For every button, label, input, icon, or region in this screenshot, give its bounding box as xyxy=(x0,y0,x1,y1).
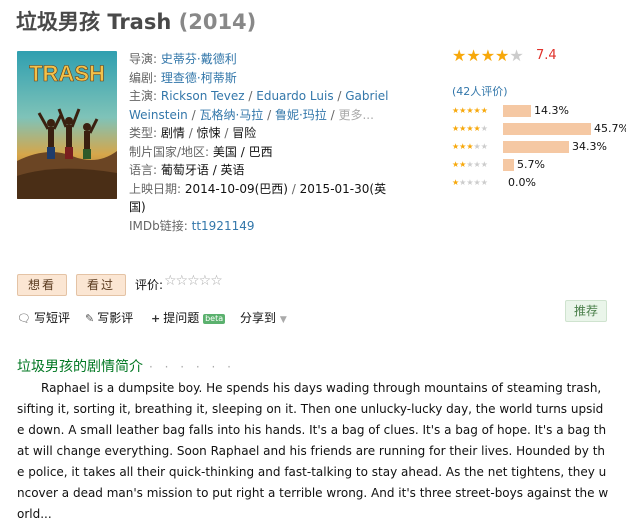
poster-image: TRASH xyxy=(17,51,117,199)
imdb-link[interactable]: tt1921149 xyxy=(192,219,255,233)
cast-link[interactable]: Gabriel xyxy=(345,89,388,103)
genre-value: 剧情 xyxy=(160,126,185,140)
movie-poster[interactable]: TRASH xyxy=(17,51,117,199)
rating-stars: ★★★★★ xyxy=(452,46,524,65)
imdb-row: IMDb链接: tt1921149 xyxy=(129,217,439,236)
release-label: 上映日期: xyxy=(129,181,182,196)
heading-dots: · · · · · · xyxy=(149,360,235,374)
cast-link[interactable]: Weinstein xyxy=(129,108,188,122)
ask-question-link[interactable]: + 提问题 beta xyxy=(151,309,226,326)
cast-row-2: Weinstein / 瓦格纳·马拉 / 鲁妮·玛拉 / 更多... xyxy=(129,107,374,122)
release-date-2: 2015-01-30(英 xyxy=(299,181,387,196)
dist-stars: ★★★★★ xyxy=(452,178,488,187)
dist-stars: ★★★★★ xyxy=(452,124,488,133)
rate-label: 评价: xyxy=(135,278,164,292)
beta-badge: beta xyxy=(203,313,226,324)
writer-row: 编剧: 理查德·柯蒂斯 xyxy=(129,69,439,88)
chevron-down-icon: ▼ xyxy=(279,315,287,325)
language-row: 语言: 葡萄牙语 / 英语 xyxy=(129,161,439,180)
release-row: 上映日期: 2014-10-09(巴西) / 2015-01-30(英 xyxy=(129,181,387,196)
writer-label: 编剧: xyxy=(129,70,158,85)
watched-button[interactable]: 看过 xyxy=(76,274,126,296)
write-review-link[interactable]: ✎ 写影评 xyxy=(85,309,133,326)
rating-dist-row: ★★★★★ 34.3% xyxy=(452,139,612,154)
rating-panel: ★★★★★ 7.4 (42人评价) ★★★★★ 14.3% ★★★★★ 45.7% ★★… xyxy=(452,46,626,206)
language-value: 葡萄牙语 / 英语 xyxy=(160,163,245,177)
cast-link[interactable]: Eduardo Luis xyxy=(256,89,333,103)
genre-value: 冒险 xyxy=(232,126,257,140)
dist-bar xyxy=(503,105,531,117)
language-label: 语言: xyxy=(129,163,158,177)
rating-dist-row: ★★★★★ 14.3% xyxy=(452,103,612,118)
cast-link[interactable]: Rickson Tevez xyxy=(161,89,245,103)
synopsis-text: Raphael is a dumpsite boy. He spends his… xyxy=(17,381,609,521)
imdb-label: IMDb链接: xyxy=(129,218,188,233)
dist-bar xyxy=(503,177,504,189)
dist-bar xyxy=(503,141,569,153)
dist-bar xyxy=(503,123,591,135)
recommend-button[interactable]: 推荐 xyxy=(565,300,607,322)
director-label: 导演: xyxy=(129,52,158,66)
dist-stars: ★★★★★ xyxy=(452,160,488,169)
cast-link[interactable]: 鲁妮·玛拉 xyxy=(275,108,327,122)
share-dropdown[interactable]: 分享到 ▼ xyxy=(240,309,287,326)
dist-stars: ★★★★★ xyxy=(452,142,488,151)
rate-stars-input[interactable]: ☆☆☆☆☆ xyxy=(164,273,223,289)
rating-count-link[interactable]: (42人评价) xyxy=(452,83,508,99)
cast-more-link[interactable]: 更多... xyxy=(338,108,373,122)
country-label: 制片国家/地区: xyxy=(129,144,210,159)
dist-stars: ★★★★★ xyxy=(452,106,488,115)
director-row: 导演: 史蒂芬·戴德利 xyxy=(129,50,439,69)
want-to-watch-button[interactable]: 想看 xyxy=(17,274,67,296)
dist-percent: 0.0% xyxy=(508,176,536,189)
cast-link[interactable]: 瓦格纳·马拉 xyxy=(199,108,263,122)
dist-percent: 14.3% xyxy=(534,104,569,117)
plus-icon: + xyxy=(151,312,161,325)
rating-dist-row: ★★★★★ 0.0% xyxy=(452,175,612,190)
country-value: 美国 / 巴西 xyxy=(212,144,273,159)
cast-label: 主演: xyxy=(129,89,158,103)
movie-info: 导演: 史蒂芬·戴德利 编剧: 理查德·柯蒂斯 主演: Rickson Teve… xyxy=(129,50,439,235)
title-cn: 垃圾男孩 xyxy=(16,10,100,34)
synopsis-heading: 垃圾男孩的剧情简介 · · · · · · xyxy=(17,359,235,375)
comment-icon: 🗨 xyxy=(17,312,31,325)
genre-label: 类型: xyxy=(129,126,158,140)
dist-percent: 34.3% xyxy=(572,140,607,153)
dist-percent: 45.7% xyxy=(594,122,626,135)
genre-row: 类型: 剧情 / 惊悚 / 冒险 xyxy=(129,126,257,140)
genre-value: 惊悚 xyxy=(196,126,221,140)
rating-dist-row: ★★★★★ 5.7% xyxy=(452,157,612,172)
write-short-review-link[interactable]: 🗨 写短评 xyxy=(17,309,70,326)
rating-dist-row: ★★★★★ 45.7% xyxy=(452,121,626,136)
writer-link[interactable]: 理查德·柯蒂斯 xyxy=(161,71,237,85)
pencil-icon: ✎ xyxy=(85,312,95,325)
title-year: (2014) xyxy=(178,10,257,34)
title-en: Trash xyxy=(107,10,172,34)
director-link[interactable]: 史蒂芬·戴德利 xyxy=(161,52,237,66)
cast-row: 主演: Rickson Tevez / Eduardo Luis / Gabri… xyxy=(129,89,389,103)
dist-bar xyxy=(503,159,514,171)
page-title: 垃圾男孩 Trash (2014) xyxy=(16,6,256,36)
release-date-1: 2014-10-09(巴西) xyxy=(184,181,288,196)
poster-title: TRASH xyxy=(29,61,105,86)
country-row: 制片国家/地区: 美国 / 巴西 xyxy=(129,143,439,162)
release-row-2: 国) xyxy=(129,200,146,214)
dist-percent: 5.7% xyxy=(517,158,545,171)
rating-score: 7.4 xyxy=(536,48,557,63)
